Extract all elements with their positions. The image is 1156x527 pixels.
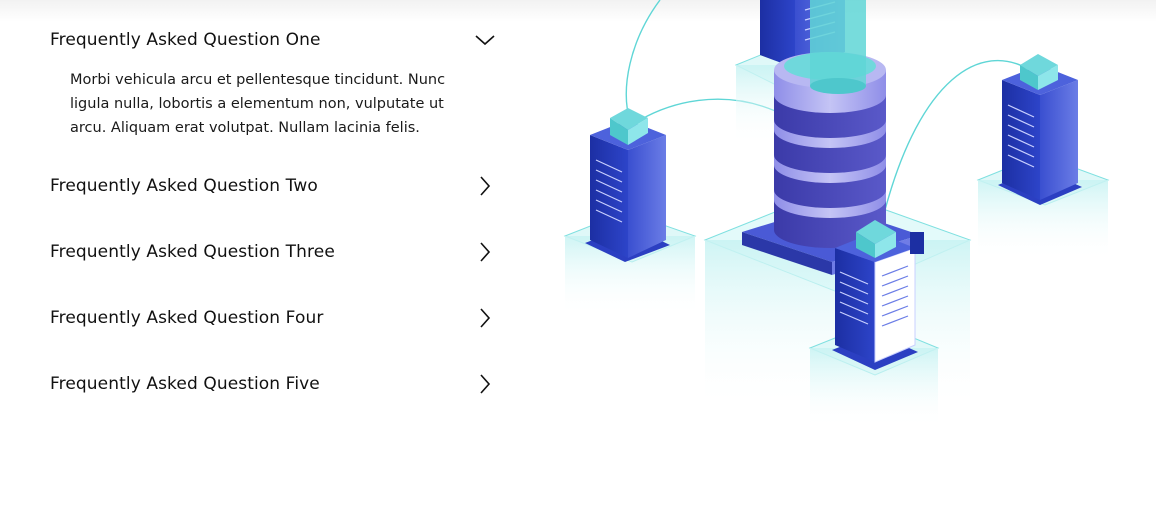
faq-question: Frequently Asked Question Four bbox=[50, 308, 324, 328]
faq-header-5[interactable]: Frequently Asked Question Five bbox=[50, 366, 500, 402]
faq-item: Frequently Asked Question Two bbox=[50, 168, 500, 204]
faq-header-2[interactable]: Frequently Asked Question Two bbox=[50, 168, 500, 204]
faq-item: Frequently Asked Question Three bbox=[50, 234, 500, 270]
faq-question: Frequently Asked Question Three bbox=[50, 242, 335, 262]
faq-answer: Morbi vehicula arcu et pellentesque tinc… bbox=[70, 72, 446, 136]
chevron-right-icon[interactable] bbox=[474, 373, 496, 395]
chevron-right-icon[interactable] bbox=[474, 307, 496, 329]
faq-question: Frequently Asked Question One bbox=[50, 30, 321, 50]
chevron-right-icon[interactable] bbox=[474, 175, 496, 197]
faq-accordion: Frequently Asked Question One Morbi vehi… bbox=[50, 22, 500, 402]
faq-question: Frequently Asked Question Five bbox=[50, 374, 320, 394]
chevron-down-icon[interactable] bbox=[474, 29, 496, 51]
server-illustration bbox=[560, 0, 1120, 440]
faq-question: Frequently Asked Question Two bbox=[50, 176, 318, 196]
faq-item: Frequently Asked Question Five bbox=[50, 366, 500, 402]
faq-item: Frequently Asked Question Four bbox=[50, 300, 500, 336]
faq-header-1[interactable]: Frequently Asked Question One bbox=[50, 22, 500, 58]
faq-item: Frequently Asked Question One Morbi vehi… bbox=[50, 22, 500, 140]
faq-header-4[interactable]: Frequently Asked Question Four bbox=[50, 300, 500, 336]
chevron-right-icon[interactable] bbox=[474, 241, 496, 263]
faq-header-3[interactable]: Frequently Asked Question Three bbox=[50, 234, 500, 270]
